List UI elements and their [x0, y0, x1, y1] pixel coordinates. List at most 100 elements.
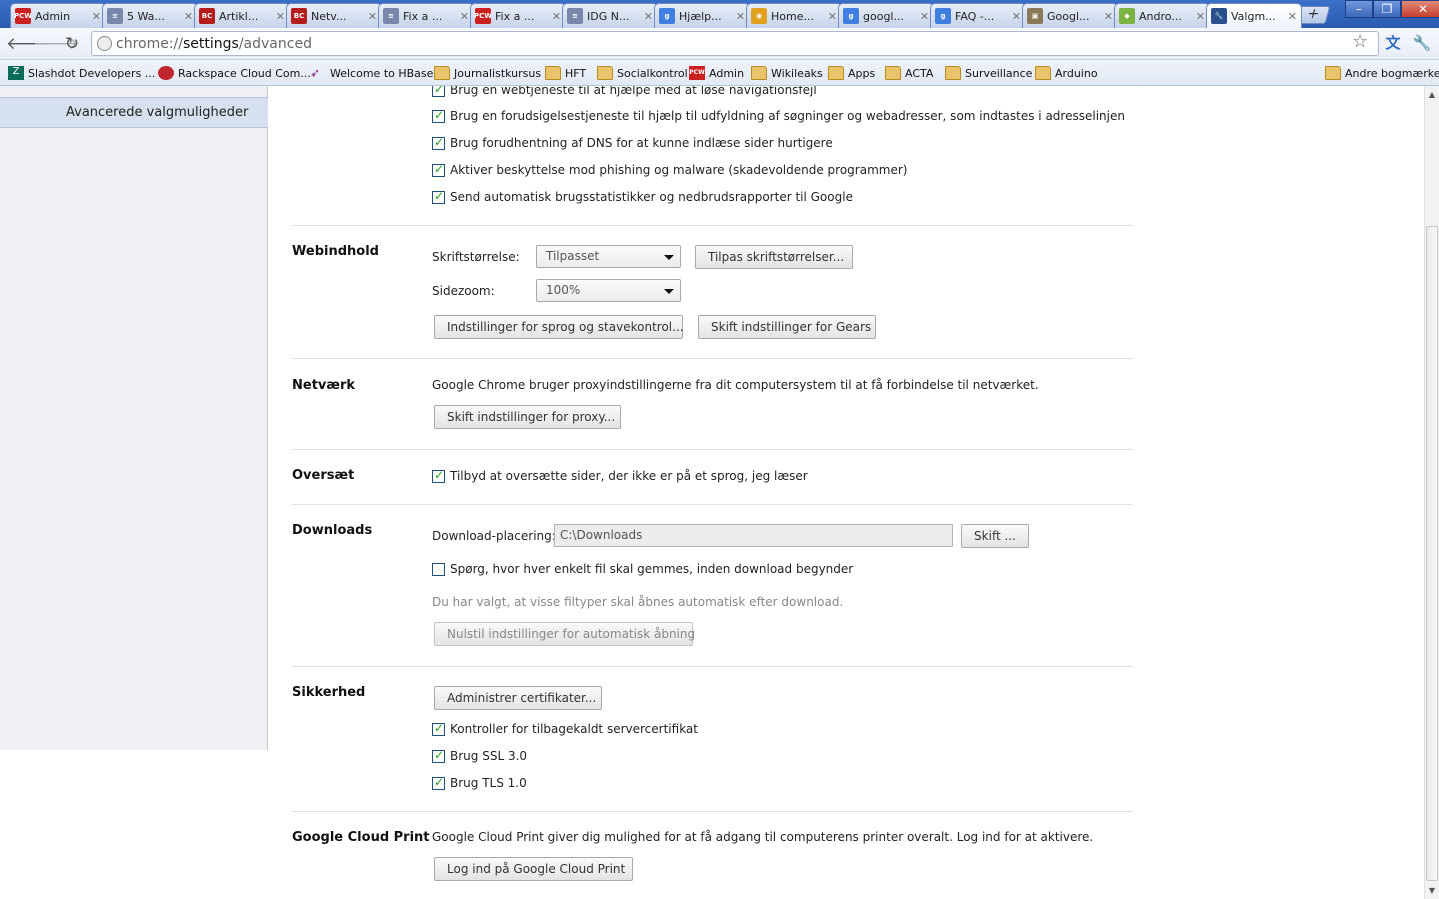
- bookmark-10[interactable]: ACTA: [885, 64, 933, 82]
- checkbox[interactable]: [432, 748, 445, 763]
- close-tab-icon[interactable]: ✕: [184, 10, 193, 23]
- bookmark-8[interactable]: Wikileaks: [751, 64, 823, 82]
- proxy-settings-button[interactable]: Skift indstillinger for proxy...: [434, 405, 621, 429]
- close-tab-icon[interactable]: ✕: [368, 10, 377, 23]
- checkbox[interactable]: [432, 775, 445, 790]
- close-tab-icon[interactable]: ✕: [92, 10, 101, 23]
- bookmark-1[interactable]: Z Slashdot Developers ...: [8, 64, 155, 82]
- bookmark-4[interactable]: Journalistkursus: [434, 64, 541, 82]
- tab-title: Andro...: [1139, 9, 1182, 23]
- close-tab-icon[interactable]: ✕: [736, 10, 745, 23]
- minimize-icon[interactable]: –: [1345, 0, 1373, 18]
- bookmark-3[interactable]: ➶ Welcome to HBase!: [310, 64, 438, 82]
- folder-icon: [1325, 66, 1341, 80]
- section-divider: [292, 449, 1133, 450]
- close-tab-icon[interactable]: ✕: [1104, 10, 1113, 23]
- close-tab-icon[interactable]: ✕: [1288, 10, 1297, 23]
- cloudprint-signin-button[interactable]: Log ind på Google Cloud Print: [434, 857, 633, 881]
- close-tab-icon[interactable]: ✕: [1196, 10, 1205, 23]
- bookmark-6[interactable]: Socialkontrol: [597, 64, 688, 82]
- bookmark-star-icon[interactable]: ☆: [1352, 31, 1368, 52]
- tab-title: Googl...: [1047, 9, 1090, 23]
- bookmark-2[interactable]: Rackspace Cloud Com...: [158, 64, 311, 82]
- translate-icon[interactable]: 文: [1383, 33, 1403, 53]
- change-download-location-button[interactable]: Skift ...: [961, 524, 1029, 548]
- checkbox[interactable]: [432, 162, 445, 177]
- reload-icon[interactable]: ↻: [61, 33, 83, 55]
- checkbox-offer-translate[interactable]: Tilbyd at oversætte sider, der ikke er p…: [432, 468, 808, 483]
- checkbox-tls1[interactable]: Brug TLS 1.0: [432, 775, 527, 790]
- maximize-icon[interactable]: ❐: [1373, 0, 1401, 18]
- checkbox-usage-stats[interactable]: Send automatisk brugsstatistikker og ned…: [432, 189, 853, 204]
- language-settings-button[interactable]: Indstillinger for sprog og stavekontrol.…: [434, 315, 684, 339]
- bookmark-12[interactable]: Arduino: [1035, 64, 1098, 82]
- tab-6[interactable]: PCW Fix a ... ✕: [470, 3, 566, 28]
- close-tab-icon[interactable]: ✕: [276, 10, 285, 23]
- checkbox-navigation-errors[interactable]: Brug en webtjeneste til at hjælpe med at…: [432, 86, 817, 97]
- tab-11[interactable]: g FAQ -... ✕: [930, 3, 1026, 28]
- checkbox-dns-prefetch[interactable]: Brug forudhentning af DNS for at kunne i…: [432, 135, 833, 150]
- checkbox[interactable]: [432, 86, 445, 97]
- page-zoom-select[interactable]: 100%: [536, 279, 681, 302]
- tab-2[interactable]: ≡ 5 Wa... ✕: [102, 3, 198, 28]
- tab-13[interactable]: ◆ Andro... ✕: [1114, 3, 1210, 28]
- network-description: Google Chrome bruger proxyindstillingern…: [432, 378, 1039, 392]
- checkbox-phishing-protection[interactable]: Aktiver beskyttelse mod phishing og malw…: [432, 162, 907, 177]
- close-window-icon[interactable]: ✕: [1401, 0, 1439, 18]
- tab-10[interactable]: g googl... ✕: [838, 3, 934, 28]
- download-location-field[interactable]: C:\Downloads: [554, 524, 953, 547]
- bookmark-9[interactable]: Apps: [828, 64, 875, 82]
- close-tab-icon[interactable]: ✕: [552, 10, 561, 23]
- checkbox-ssl3[interactable]: Brug SSL 3.0: [432, 748, 527, 763]
- bookmark-5[interactable]: HFT: [545, 64, 586, 82]
- checkbox[interactable]: [432, 135, 445, 150]
- tab-7[interactable]: ≡ IDG N... ✕: [562, 3, 658, 28]
- folder-icon: [945, 66, 961, 80]
- bookmark-11[interactable]: Surveillance: [945, 64, 1032, 82]
- forward-icon[interactable]: 🡒: [33, 33, 79, 55]
- checkbox[interactable]: [432, 721, 445, 736]
- checkbox-revocation-check[interactable]: Kontroller for tilbagekaldt servercertif…: [432, 721, 698, 736]
- close-tab-icon[interactable]: ✕: [828, 10, 837, 23]
- tab-4[interactable]: BC Netv... ✕: [286, 3, 382, 28]
- vertical-scrollbar[interactable]: ▲ ▼: [1424, 86, 1439, 899]
- section-title-downloads: Downloads: [292, 523, 373, 538]
- checkbox-prediction-service[interactable]: Brug en forudsigelsestjeneste til hjælp …: [432, 108, 1125, 123]
- sidebar-item-advanced[interactable]: Avancerede valgmuligheder: [0, 97, 268, 128]
- customize-fonts-button[interactable]: Tilpas skriftstørrelser...: [695, 245, 853, 269]
- reset-auto-open-button[interactable]: Nulstil indstillinger for automatisk åbn…: [434, 622, 695, 646]
- tab-title: Artikl...: [219, 9, 259, 23]
- checkbox[interactable]: [432, 189, 445, 204]
- bookmark-7[interactable]: PCW Admin: [689, 64, 744, 82]
- close-tab-icon[interactable]: ✕: [460, 10, 469, 23]
- close-tab-icon[interactable]: ✕: [644, 10, 653, 23]
- address-bar[interactable]: chrome://settings/advanced: [91, 31, 1379, 56]
- close-tab-icon[interactable]: ✕: [1012, 10, 1021, 23]
- tab-12[interactable]: ▣ Googl... ✕: [1022, 3, 1118, 28]
- checkbox[interactable]: [432, 562, 445, 576]
- scroll-down-icon[interactable]: ▼: [1425, 884, 1439, 898]
- tab-5[interactable]: ≡ Fix a ... ✕: [378, 3, 474, 28]
- tab-14[interactable]: 🔧 Valgm... ✕: [1206, 3, 1302, 28]
- tab-title: Fix a ...: [403, 9, 443, 23]
- wrench-icon[interactable]: 🔧: [1412, 33, 1432, 53]
- scrollbar-thumb[interactable]: [1426, 226, 1438, 881]
- scroll-up-icon[interactable]: ▲: [1425, 88, 1439, 102]
- checkbox[interactable]: [432, 108, 445, 123]
- close-tab-icon[interactable]: ✕: [920, 10, 929, 23]
- other-bookmarks[interactable]: Andre bogmærker: [1325, 64, 1439, 82]
- tab-3[interactable]: BC Artikl... ✕: [194, 3, 290, 28]
- rackspace-icon: [158, 66, 174, 80]
- tab-title: 5 Wa...: [127, 9, 165, 23]
- tab-title: Admin: [35, 9, 71, 23]
- checkbox-ask-save-location[interactable]: Spørg, hvor hver enkelt fil skal gemmes,…: [432, 562, 853, 576]
- font-size-select[interactable]: Tilpasset: [536, 245, 681, 268]
- back-icon[interactable]: 🡐: [6, 33, 52, 55]
- manage-certificates-button[interactable]: Administrer certifikater...: [434, 686, 602, 710]
- tab-9[interactable]: ◉ Home... ✕: [746, 3, 842, 28]
- gears-settings-button[interactable]: Skift indstillinger for Gears: [698, 315, 876, 339]
- tab-strip: PCW Admin ✕ ≡ 5 Wa... ✕ BC Artikl... ✕ BC Netv... ✕…: [0, 0, 1439, 28]
- checkbox[interactable]: [432, 468, 445, 483]
- tab-8[interactable]: g Hjælp... ✕: [654, 3, 750, 28]
- tab-1[interactable]: PCW Admin ✕: [10, 3, 106, 28]
